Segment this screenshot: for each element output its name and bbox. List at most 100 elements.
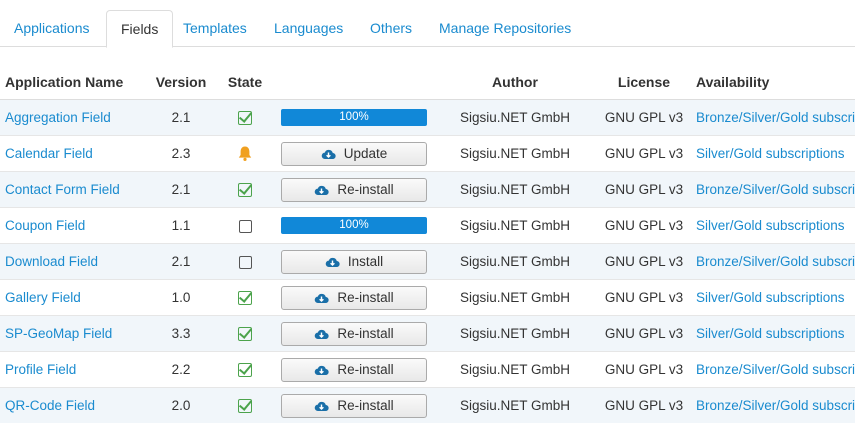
cell-application-name: Calendar Field [0, 135, 146, 172]
button-label: Re-install [337, 181, 394, 197]
cell-author: Sigsiu.NET GmbH [434, 207, 596, 244]
cell-state [216, 135, 274, 172]
fields-table: Application Name Version State Author Li… [0, 64, 855, 423]
cell-license: GNU GPL v3 [596, 387, 692, 423]
cell-version: 2.1 [146, 171, 216, 208]
application-link[interactable]: Profile Field [5, 362, 76, 377]
cell-license: GNU GPL v3 [596, 243, 692, 280]
availability-link[interactable]: Silver/Gold subscriptions [696, 290, 845, 305]
cell-application-name: Coupon Field [0, 207, 146, 244]
cell-application-name: Contact Form Field [0, 171, 146, 208]
cell-license: GNU GPL v3 [596, 207, 692, 244]
cell-action: Re-install [274, 171, 434, 208]
table-row: QR-Code Field 2.0 Re-install Sigsiu.NET Gmb… [0, 387, 855, 423]
cell-availability: Silver/Gold subscriptions [692, 135, 855, 172]
cell-action: Install [274, 243, 434, 280]
cloud-icon [321, 149, 336, 159]
table-row: Contact Form Field 2.1 Re-install Sigsiu.NE… [0, 171, 855, 208]
application-link[interactable]: Gallery Field [5, 290, 81, 305]
availability-link[interactable]: Bronze/Silver/Gold subscriptions [696, 362, 855, 377]
cell-state [216, 315, 274, 352]
cell-license: GNU GPL v3 [596, 99, 692, 136]
header-author: Author [434, 64, 596, 100]
tab-fields[interactable]: Fields [106, 10, 174, 48]
availability-link[interactable]: Bronze/Silver/Gold subscriptions [696, 182, 855, 197]
install-button[interactable]: Install [281, 249, 427, 274]
cell-state [216, 99, 274, 136]
tab-languages[interactable]: Languages [260, 10, 357, 47]
re-install-button[interactable]: Re-install [281, 357, 427, 382]
application-link[interactable]: QR-Code Field [5, 398, 95, 413]
application-link[interactable]: Download Field [5, 254, 98, 269]
application-link[interactable]: Calendar Field [5, 146, 93, 161]
availability-link[interactable]: Silver/Gold subscriptions [696, 218, 845, 233]
cell-state [216, 279, 274, 316]
tab-applications[interactable]: Applications [0, 10, 104, 47]
application-link[interactable]: SP-GeoMap Field [5, 326, 112, 341]
checkbox-checked-icon [238, 399, 252, 414]
availability-link[interactable]: Bronze/Silver/Gold subscriptions [696, 398, 855, 413]
update-button[interactable]: Update [281, 141, 427, 166]
cell-version: 3.3 [146, 315, 216, 352]
button-label: Re-install [337, 289, 394, 305]
re-install-button[interactable]: Re-install [281, 393, 427, 418]
table-row: SP-GeoMap Field 3.3 Re-install Sigsiu.NET G… [0, 315, 855, 352]
checkbox-empty-icon [238, 219, 252, 233]
table-row: Gallery Field 1.0 Re-install Sigsiu.NET Gmb… [0, 279, 855, 316]
cell-action: 100% [274, 207, 434, 244]
cell-availability: Bronze/Silver/Gold subscriptions [692, 387, 855, 423]
button-label: Re-install [337, 361, 394, 377]
cell-state [216, 387, 274, 423]
cell-author: Sigsiu.NET GmbH [434, 279, 596, 316]
progress-bar: 100% [281, 217, 427, 234]
re-install-button[interactable]: Re-install [281, 177, 427, 202]
checkbox-checked-icon [238, 291, 252, 306]
availability-link[interactable]: Bronze/Silver/Gold subscriptions [696, 254, 855, 269]
cloud-icon [315, 185, 330, 195]
cell-action: Update [274, 135, 434, 172]
checkbox-checked-icon [238, 183, 252, 198]
availability-link[interactable]: Bronze/Silver/Gold subscriptions [696, 110, 855, 125]
tab-others[interactable]: Others [356, 10, 426, 47]
cell-version: 2.1 [146, 99, 216, 136]
cell-version: 2.1 [146, 243, 216, 280]
cell-availability: Bronze/Silver/Gold subscriptions [692, 171, 855, 208]
header-action [274, 64, 434, 100]
tab-manage-repositories[interactable]: Manage Repositories [425, 10, 585, 47]
cell-state [216, 207, 274, 244]
re-install-button[interactable]: Re-install [281, 321, 427, 346]
cloud-icon [315, 401, 330, 411]
availability-link[interactable]: Silver/Gold subscriptions [696, 326, 845, 341]
cell-license: GNU GPL v3 [596, 315, 692, 352]
table-row: Download Field 2.1 Install Sigsiu.NET GmbH G… [0, 243, 855, 280]
cell-author: Sigsiu.NET GmbH [434, 135, 596, 172]
table-row: Aggregation Field 2.1 100% Sigsiu.NET GmbH G… [0, 99, 855, 136]
cloud-icon [315, 365, 330, 375]
application-link[interactable]: Coupon Field [5, 218, 85, 233]
cell-license: GNU GPL v3 [596, 135, 692, 172]
header-availability: Availability [692, 64, 855, 100]
tab-bar: Applications Fields Templates Languages … [0, 0, 855, 48]
cell-state [216, 351, 274, 388]
header-application-name: Application Name [0, 64, 146, 100]
re-install-button[interactable]: Re-install [281, 285, 427, 310]
cell-action: Re-install [274, 387, 434, 423]
cell-license: GNU GPL v3 [596, 351, 692, 388]
cloud-icon [325, 257, 340, 267]
application-link[interactable]: Contact Form Field [5, 182, 120, 197]
cell-version: 1.1 [146, 207, 216, 244]
cell-availability: Silver/Gold subscriptions [692, 315, 855, 352]
cell-author: Sigsiu.NET GmbH [434, 243, 596, 280]
cell-author: Sigsiu.NET GmbH [434, 171, 596, 208]
cell-version: 1.0 [146, 279, 216, 316]
cell-action: Re-install [274, 351, 434, 388]
application-link[interactable]: Aggregation Field [5, 110, 111, 125]
cell-application-name: SP-GeoMap Field [0, 315, 146, 352]
cell-application-name: QR-Code Field [0, 387, 146, 423]
tab-templates[interactable]: Templates [169, 10, 261, 47]
cell-availability: Bronze/Silver/Gold subscriptions [692, 99, 855, 136]
cell-action: Re-install [274, 279, 434, 316]
cell-author: Sigsiu.NET GmbH [434, 99, 596, 136]
cloud-icon [315, 329, 330, 339]
availability-link[interactable]: Silver/Gold subscriptions [696, 146, 845, 161]
